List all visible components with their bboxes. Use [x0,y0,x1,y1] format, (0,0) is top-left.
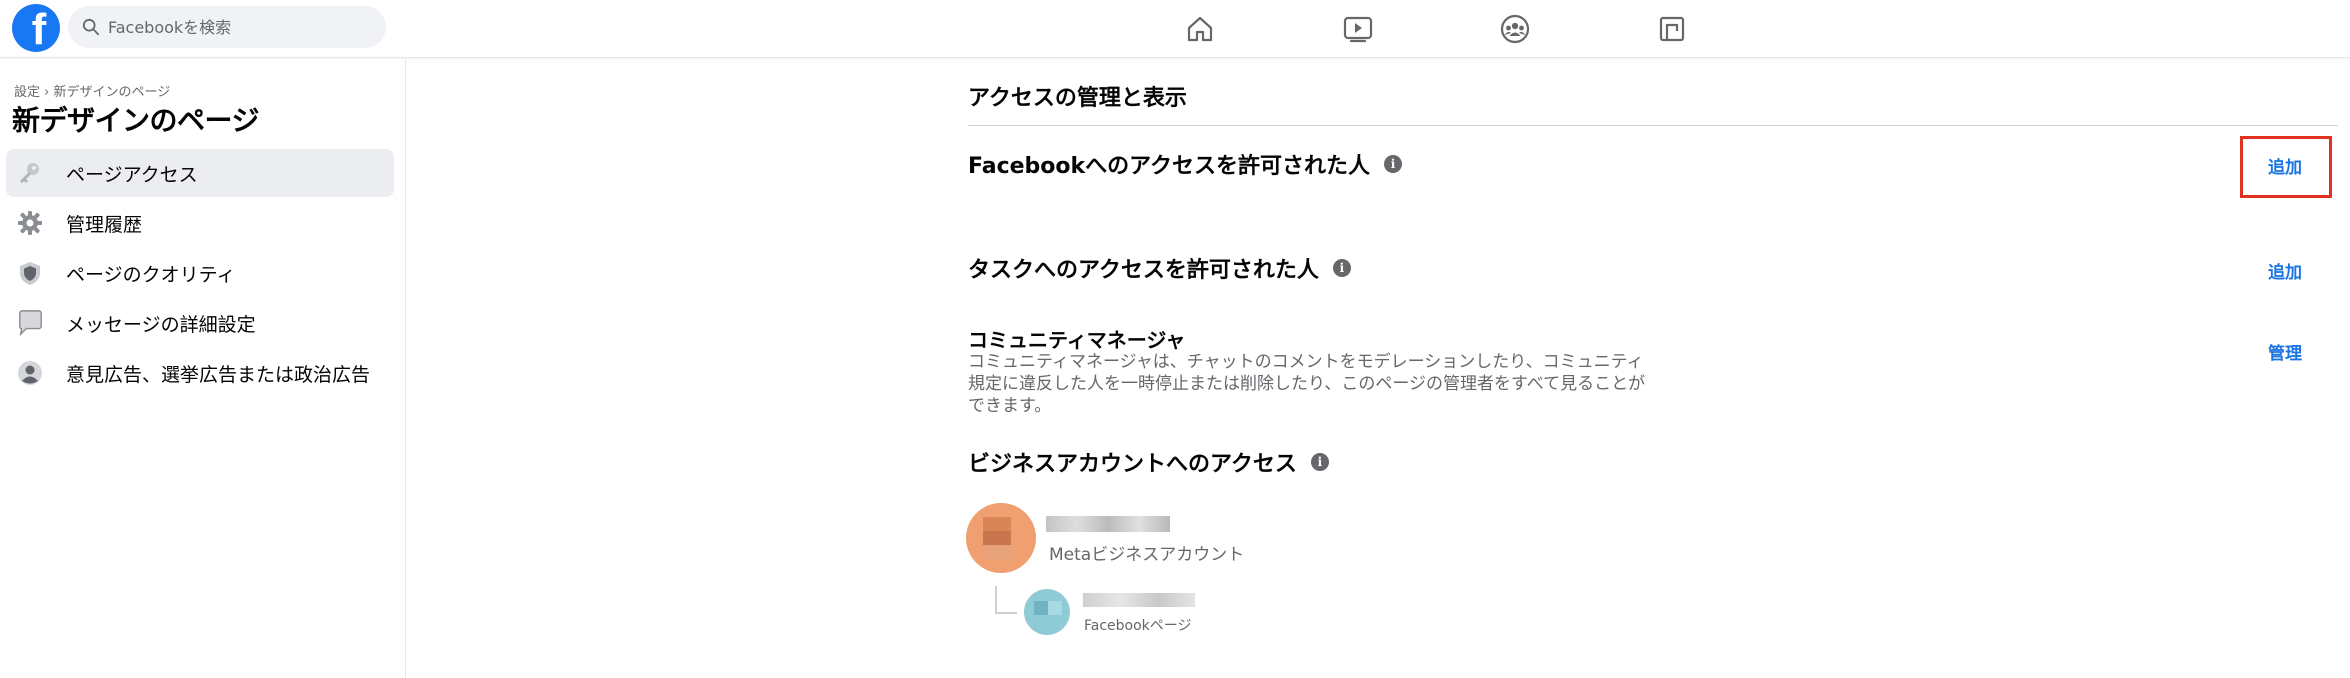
search-icon [82,18,100,36]
info-icon[interactable]: i [1310,453,1329,471]
groups-icon[interactable] [1498,12,1532,46]
description-line: コミュニティマネージャは、チャットのコメントをモデレーションしたり、コミュニティ [968,352,1644,372]
community-manager-description: コミュニティマネージャは、チャットのコメントをモデレーションしたり、コミュニティ… [968,351,1668,417]
watch-icon[interactable] [1341,12,1375,46]
info-icon[interactable]: i [1332,259,1351,277]
sidebar-item-label: メッセージの詳細設定 [66,313,256,336]
home-icon[interactable] [1183,12,1217,46]
sidebar-item-label: 管理履歴 [66,213,143,236]
heading-divider [968,125,2338,126]
sidebar-item-activity-log[interactable]: 管理履歴 [6,199,394,247]
redacted-business-name [1046,516,1170,532]
sidebar-item-political-ads[interactable]: 意見広告、選挙広告または政治広告 [6,349,394,397]
facebook-logo-icon[interactable]: f [12,4,60,52]
info-icon[interactable]: i [1384,155,1403,173]
person-icon [16,359,44,387]
add-task-access-button[interactable]: 追加 [2268,258,2302,283]
gaming-icon[interactable] [1655,12,1689,46]
facebook-page-type: Facebookページ [1084,618,1192,634]
community-manager-title: コミュニティマネージャ [968,328,1186,352]
sidebar-item-message-settings[interactable]: メッセージの詳細設定 [6,299,394,347]
top-navigation-bar: f [0,0,2350,58]
facebook-access-title-text: Facebookへのアクセスを許可された人 [968,154,1371,179]
shield-icon [16,259,44,287]
hierarchy-connector [995,586,1017,614]
speech-bubble-icon [16,309,44,337]
sidebar-item-label: ページのクオリティ [66,263,236,286]
key-icon [16,159,44,187]
add-facebook-access-button[interactable]: 追加 [2268,153,2302,178]
facebook-page-avatar[interactable] [1024,589,1070,635]
business-access-title-text: ビジネスアカウントへのアクセス [968,452,1297,477]
sidebar-item-page-access[interactable]: ページアクセス [6,149,394,197]
business-account-avatar[interactable] [966,503,1036,573]
settings-sidebar: 設定 › 新デザインのページ 新デザインのページ ページアクセス 管理履歴 ペー… [0,59,406,678]
description-line: 規定に違反した人を一時停止または削除したり、このページの管理者をすべて見ることが [968,374,1646,394]
sidebar-item-label: ページアクセス [66,163,198,186]
sidebar-title: 新デザインのページ [12,104,259,137]
logo-letter: f [31,5,47,52]
gear-icon [16,209,44,237]
search-box[interactable] [68,6,386,48]
redacted-page-name [1083,593,1195,607]
description-line: できます。 [968,396,1052,416]
breadcrumb: 設定 › 新デザインのページ [14,85,171,100]
task-access-title-text: タスクへのアクセスを許可された人 [968,258,1319,283]
page-heading: アクセスの管理と表示 [968,86,1187,111]
business-account-type: Metaビジネスアカウント [1049,545,1245,565]
search-input[interactable] [108,17,368,37]
business-access-section-title: ビジネスアカウントへのアクセス i [968,446,1329,478]
manage-community-manager-button[interactable]: 管理 [2268,339,2302,364]
sidebar-item-label: 意見広告、選挙広告または政治広告 [66,363,371,386]
facebook-access-section-title: Facebookへのアクセスを許可された人 i [968,148,1403,180]
sidebar-item-page-quality[interactable]: ページのクオリティ [6,249,394,297]
task-access-section-title: タスクへのアクセスを許可された人 i [968,252,1351,284]
